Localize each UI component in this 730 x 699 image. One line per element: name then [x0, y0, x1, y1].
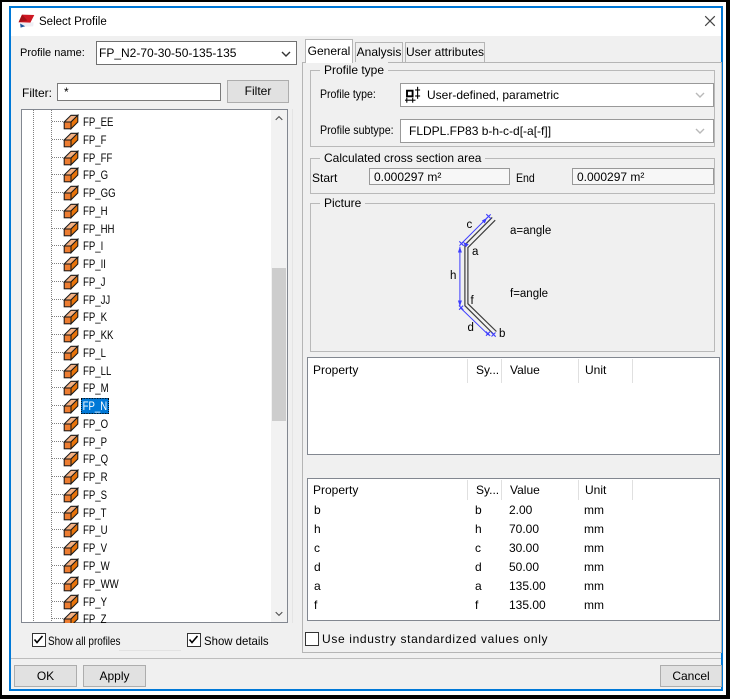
svg-text:a: a — [472, 246, 479, 258]
svg-text:b: b — [499, 328, 505, 340]
svg-text:a=angle: a=angle — [510, 225, 551, 237]
svg-text:c: c — [467, 219, 473, 231]
svg-text:h: h — [450, 270, 456, 282]
svg-text:f=angle: f=angle — [510, 288, 548, 300]
svg-text:d: d — [468, 322, 474, 334]
svg-text:f: f — [471, 295, 475, 307]
